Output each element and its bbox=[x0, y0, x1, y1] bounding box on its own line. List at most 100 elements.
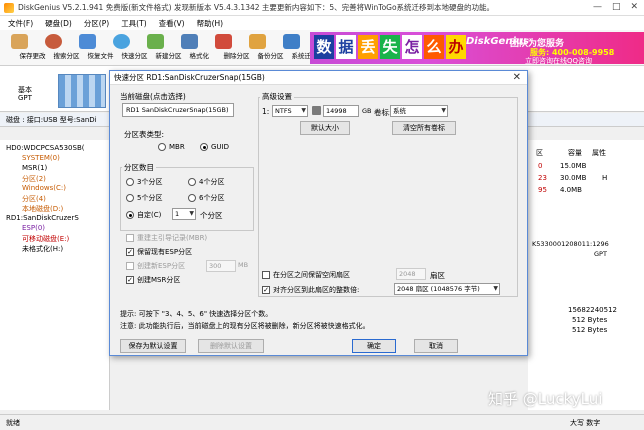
free-sectors-input[interactable]: 2048 bbox=[396, 268, 426, 280]
dialog-close-button[interactable]: ✕ bbox=[513, 71, 521, 85]
banner-tile: 怎 bbox=[402, 35, 422, 59]
backup-icon bbox=[249, 34, 266, 49]
migrate-icon bbox=[283, 34, 300, 49]
partition-size-input[interactable]: 14998 bbox=[323, 105, 359, 117]
banner-tile: 么 bbox=[424, 35, 444, 59]
align-sectors-select[interactable]: 2048 扇区 (1048576 字节) ▼ bbox=[394, 283, 500, 295]
rebuild-mbr-checkbox[interactable]: 重建主引导记录(MBR) bbox=[126, 233, 207, 243]
ok-button[interactable]: 确定 bbox=[352, 339, 396, 353]
backup-partition-button[interactable]: 备份分区 bbox=[242, 34, 284, 64]
menu-partition[interactable]: 分区(P) bbox=[84, 18, 109, 29]
create-msr-checkbox[interactable]: ✓ 创建MSR分区 bbox=[126, 275, 180, 285]
window-title: DiskGenius V5.2.1.941 免费版(新文件格式) 发现新版本 V… bbox=[18, 3, 495, 12]
disk-type-label: 基本 GPT bbox=[18, 86, 32, 102]
current-disk-selector[interactable]: RD1 SanDiskCruzerSnap(15GB) bbox=[122, 103, 234, 117]
disk-partition-bar[interactable] bbox=[58, 74, 106, 108]
tree-item-msr[interactable]: MSR(1) bbox=[22, 164, 47, 172]
radio-6-partitions[interactable]: 6个分区 bbox=[188, 193, 224, 203]
statusbar: 就绪 大写 数字 bbox=[0, 414, 644, 430]
tree-item-partition2[interactable]: 分区(2) bbox=[22, 174, 46, 184]
keep-free-sectors-checkbox[interactable]: 在分区之间保留空闲扇区 bbox=[262, 270, 350, 280]
menu-help[interactable]: 帮助(H) bbox=[197, 18, 224, 29]
menubar: 文件(F) 硬盘(D) 分区(P) 工具(T) 查看(V) 帮助(H) bbox=[0, 16, 644, 30]
volume-label-text: 卷标: bbox=[374, 108, 392, 117]
volume-label-select[interactable]: 系统 ▼ bbox=[390, 105, 448, 117]
new-partition-icon bbox=[147, 34, 164, 49]
cell: 4.0MB bbox=[560, 186, 582, 194]
new-partition-button[interactable]: 新建分区 bbox=[140, 34, 182, 64]
recover-icon bbox=[79, 34, 96, 49]
delete-partition-button[interactable]: 删除分区 bbox=[208, 34, 250, 64]
menu-tools[interactable]: 工具(T) bbox=[121, 18, 146, 29]
radio-circle-selected bbox=[200, 143, 208, 151]
menu-file[interactable]: 文件(F) bbox=[8, 18, 33, 29]
ad-banner[interactable]: 数 据 丢 失 怎 么 办 DiskGenius 团队为您服务 服务: 400-… bbox=[310, 32, 644, 64]
quick-partition-button[interactable]: 快速分区 bbox=[106, 34, 148, 64]
minimize-button[interactable]: — bbox=[593, 2, 602, 12]
tree-item-windows[interactable]: Windows(C:) bbox=[22, 184, 66, 192]
close-window-button[interactable]: ✕ bbox=[630, 2, 638, 12]
tree-item-system[interactable]: SYSTEM(0) bbox=[22, 154, 60, 162]
system-migrate-button[interactable]: 系统迁移 bbox=[276, 34, 318, 64]
default-size-button[interactable]: 默认大小 bbox=[300, 121, 350, 135]
tip-warning: 注意: 此功能执行后，当前磁盘上的现有分区将被删除，新分区将被快速格式化。 bbox=[120, 322, 370, 330]
delete-default-button[interactable]: 删除默认设置 bbox=[198, 339, 264, 353]
keep-esp-checkbox[interactable]: ✓ 保留现有ESP分区 bbox=[126, 247, 192, 257]
radio-guid[interactable]: GUID bbox=[200, 143, 229, 151]
cell: 95 bbox=[538, 186, 547, 194]
tree-item-local-d[interactable]: 本地磁盘(D:) bbox=[22, 204, 63, 214]
custom-count-select[interactable]: 1 ▼ bbox=[172, 208, 196, 220]
tree-item-esp[interactable]: ESP(0) bbox=[22, 224, 45, 232]
col-header: 属性 bbox=[592, 149, 606, 157]
esp-size-input[interactable]: 300 bbox=[206, 260, 236, 272]
tree-item-rd1[interactable]: RD1:SanDiskCruzerS bbox=[6, 214, 79, 222]
radio-3-partitions[interactable]: 3个分区 bbox=[126, 177, 162, 187]
total-bytes: 15682240512 bbox=[568, 306, 617, 314]
format-icon bbox=[181, 34, 198, 49]
partition-count-label: 分区数目 bbox=[122, 162, 156, 173]
zhihu-watermark: 知乎 @LuckyLui bbox=[488, 390, 603, 408]
banner-tile: 办 bbox=[446, 35, 466, 59]
chevron-down-icon: ▼ bbox=[441, 107, 446, 114]
align-sectors-checkbox[interactable]: ✓ 对齐分区到此扇区的整数倍: bbox=[262, 285, 359, 295]
maximize-button[interactable]: □ bbox=[612, 2, 621, 12]
free-sectors-unit: 扇区 bbox=[430, 271, 445, 280]
partition-index: 1: bbox=[262, 107, 270, 116]
window-titlebar: DiskGenius V5.2.1.941 免费版(新文件格式) 发现新版本 V… bbox=[0, 0, 644, 16]
disk-tree: HD0:WDCPCSA530SB( SYSTEM(0) MSR(1) 分区(2)… bbox=[0, 140, 110, 410]
window-controls: — □ ✕ bbox=[593, 2, 638, 12]
cell: 0 bbox=[538, 162, 543, 170]
recover-files-button[interactable]: 恢复文件 bbox=[72, 34, 114, 64]
resize-icon bbox=[312, 106, 321, 115]
banner-tile: 数 bbox=[314, 35, 334, 59]
col-header: 容量 bbox=[568, 149, 582, 157]
radio-5-partitions[interactable]: 5个分区 bbox=[126, 193, 162, 203]
search-partition-button[interactable]: 搜索分区 bbox=[38, 34, 80, 64]
clear-all-labels-button[interactable]: 清空所有卷标 bbox=[392, 121, 456, 135]
partition-type-label: 分区表类型: bbox=[124, 130, 165, 139]
cancel-button[interactable]: 取消 bbox=[414, 339, 458, 353]
sector-size: 512 Bytes bbox=[572, 316, 608, 324]
banner-qq: 立即咨询在线QQ咨询 bbox=[525, 57, 593, 64]
save-as-default-button[interactable]: 保存为默认设置 bbox=[120, 339, 186, 353]
filesystem-select[interactable]: NTFS ▼ bbox=[272, 105, 308, 117]
dialog-title: 快速分区 RD1:SanDiskCruzerSnap(15GB) ✕ bbox=[110, 71, 527, 85]
radio-mbr[interactable]: MBR bbox=[158, 143, 185, 151]
quick-partition-icon bbox=[113, 34, 130, 49]
radio-custom[interactable]: 自定(C) bbox=[126, 210, 161, 220]
format-button[interactable]: 格式化 bbox=[174, 34, 209, 64]
tree-item-partition4[interactable]: 分区(4) bbox=[22, 194, 46, 204]
current-disk-label: 当前磁盘(点击选择) bbox=[120, 92, 186, 101]
guid-text: K5330001208011:1296 bbox=[532, 240, 609, 248]
tree-item-unformatted-h[interactable]: 未格式化(H:) bbox=[22, 244, 63, 254]
menu-disk[interactable]: 硬盘(D) bbox=[45, 18, 72, 29]
quick-partition-dialog: 快速分区 RD1:SanDiskCruzerSnap(15GB) ✕ 当前磁盘(… bbox=[109, 70, 528, 356]
search-icon bbox=[45, 34, 62, 49]
menu-view[interactable]: 查看(V) bbox=[159, 18, 185, 29]
radio-4-partitions[interactable]: 4个分区 bbox=[188, 177, 224, 187]
create-esp-checkbox[interactable]: 创建新ESP分区 bbox=[126, 261, 185, 271]
tree-item-hd0[interactable]: HD0:WDCPCSA530SB( bbox=[6, 144, 84, 152]
chevron-down-icon: ▼ bbox=[301, 107, 306, 114]
tree-item-removable-e[interactable]: 可移动磁盘(E:) bbox=[22, 234, 69, 244]
save-changes-button[interactable]: 保存更改 bbox=[4, 34, 46, 64]
